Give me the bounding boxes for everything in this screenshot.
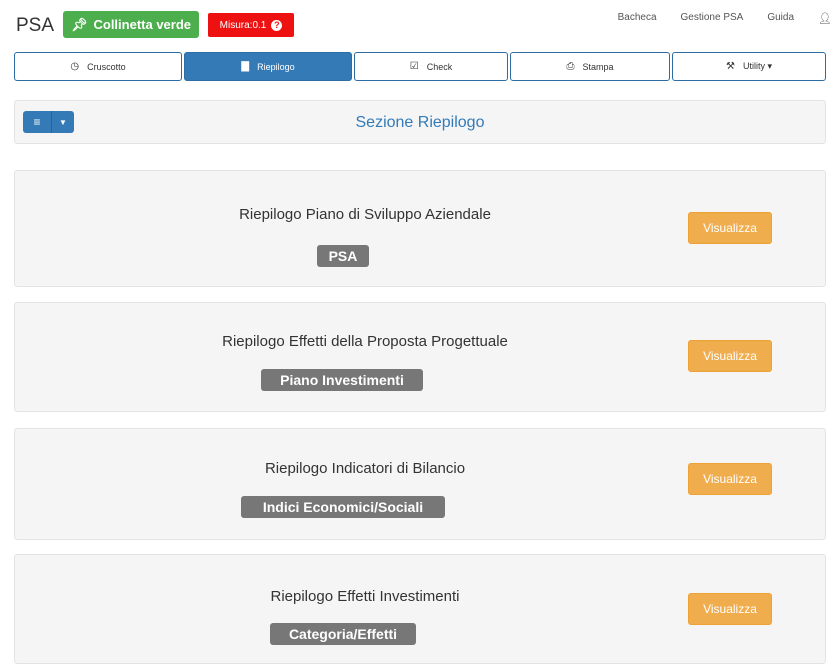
nav-link-gestione-psa[interactable]: Gestione PSA xyxy=(681,12,744,25)
card-label: PSA xyxy=(317,245,369,267)
summary-card: Riepilogo Indicatori di Bilancio Indici … xyxy=(14,428,826,540)
project-tag-label: Collinetta verde xyxy=(93,17,192,32)
summary-card: Riepilogo Effetti della Proposta Progett… xyxy=(14,302,826,412)
card-label: Categoria/Effetti xyxy=(270,623,416,645)
check-square-icon: ☑ xyxy=(409,61,419,72)
nav-link-guida[interactable]: Guida xyxy=(767,12,794,25)
project-tag[interactable]: 📌︎ Collinetta verde xyxy=(63,11,199,38)
nav-link-bacheca[interactable]: Bacheca xyxy=(618,12,657,25)
print-icon: ⎙ xyxy=(566,61,575,72)
tab-utility[interactable]: ⚒ Utility ▾ xyxy=(672,52,826,81)
section-header: ≡ ▼ Sezione Riepilogo xyxy=(14,100,826,144)
bar-chart-icon: ▇ xyxy=(241,61,250,72)
view-button[interactable]: Visualizza xyxy=(688,340,772,372)
question-icon: ? xyxy=(271,19,283,31)
tab-check[interactable]: ☑ Check xyxy=(354,52,508,81)
pin-icon: 📌︎ xyxy=(70,16,88,32)
main-tabs: ◷ Cruscotto ▇ Riepilogo ☑ Check ⎙ Stampa… xyxy=(14,52,826,81)
user-icon[interactable]: 👤︎ xyxy=(818,12,832,25)
view-button[interactable]: Visualizza xyxy=(688,593,772,625)
nav-links: Bacheca Gestione PSA Guida 👤︎ xyxy=(594,12,832,25)
tab-label: Stampa xyxy=(582,61,614,72)
brand-title[interactable]: PSA xyxy=(16,15,54,37)
section-title: Sezione Riepilogo xyxy=(355,114,485,131)
card-label: Piano Investimenti xyxy=(261,369,423,391)
top-navbar: PSA 📌︎ Collinetta verde Misura:0.1 ? Bac… xyxy=(0,0,832,48)
card-title: Riepilogo Effetti Investimenti xyxy=(270,588,460,605)
tab-riepilogo[interactable]: ▇ Riepilogo xyxy=(184,52,352,81)
measure-tag-label: Misura:0.1 xyxy=(219,19,267,31)
dashboard-icon: ◷ xyxy=(70,61,80,72)
measure-tag[interactable]: Misura:0.1 ? xyxy=(208,13,294,37)
view-button[interactable]: Visualizza xyxy=(688,212,772,244)
tab-label: Utility ▾ xyxy=(742,61,772,71)
tab-cruscotto[interactable]: ◷ Cruscotto xyxy=(14,52,182,81)
card-label: Indici Economici/Sociali xyxy=(241,496,445,518)
card-title: Riepilogo Effetti della Proposta Progett… xyxy=(222,333,508,350)
tab-label: Cruscotto xyxy=(87,61,126,72)
summary-card: Riepilogo Piano di Sviluppo Aziendale PS… xyxy=(14,170,826,287)
card-title: Riepilogo Indicatori di Bilancio xyxy=(264,460,466,477)
tab-label: Check xyxy=(426,61,453,72)
card-title: Riepilogo Piano di Sviluppo Aziendale xyxy=(239,206,491,223)
wrench-icon: ⚒ xyxy=(726,61,735,72)
view-button[interactable]: Visualizza xyxy=(688,463,772,495)
tab-label: Riepilogo xyxy=(257,61,295,72)
tab-stampa[interactable]: ⎙ Stampa xyxy=(510,52,670,81)
